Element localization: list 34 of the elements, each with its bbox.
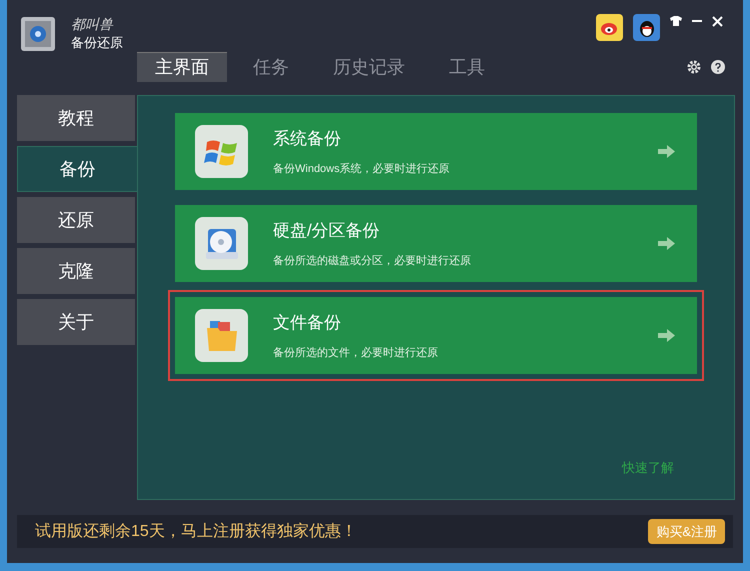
question-mark-icon <box>715 62 721 72</box>
option-description: 备份所选的文件，必要时进行还原 <box>273 346 439 361</box>
sidebar-item[interactable]: 教程 <box>17 95 135 141</box>
tab[interactable]: 主界面 <box>137 52 227 82</box>
brand-name: 都叫兽 <box>71 17 114 35</box>
sidebar-item[interactable]: 关于 <box>17 299 135 345</box>
tab[interactable]: 历史记录 <box>315 52 423 82</box>
arrow-icon <box>658 329 675 342</box>
option-description: 备份Windows系统，必要时进行还原 <box>273 162 451 177</box>
trial-message: 试用版还剩余15天，马上注册获得独家优惠！ <box>35 522 357 542</box>
close-icon[interactable] <box>712 16 723 27</box>
option-title: 系统备份 <box>273 128 342 150</box>
arrow-icon <box>658 237 675 250</box>
register-button[interactable]: 购买&注册 <box>648 519 725 544</box>
weibo-button[interactable] <box>596 14 623 41</box>
qq-button[interactable] <box>633 14 660 41</box>
app-title: 备份还原 <box>71 34 123 51</box>
help-button[interactable] <box>711 60 725 74</box>
backup-option-card[interactable]: 文件备份 备份所选的文件，必要时进行还原 <box>175 297 697 374</box>
sidebar-item[interactable]: 还原 <box>17 197 135 243</box>
tab[interactable]: 工具 <box>431 52 503 82</box>
shirt-icon[interactable] <box>670 16 682 26</box>
option-title: 文件备份 <box>273 312 342 334</box>
settings-icon[interactable] <box>687 60 701 74</box>
option-description: 备份所选的磁盘或分区，必要时进行还原 <box>273 254 472 269</box>
sidebar-item[interactable]: 克隆 <box>17 248 135 294</box>
option-title: 硬盘/分区备份 <box>273 220 381 242</box>
arrow-icon <box>658 145 675 158</box>
quick-guide-link[interactable]: 快速了解 <box>622 458 674 477</box>
sidebar-item[interactable]: 备份 <box>17 146 137 192</box>
minimize-icon[interactable] <box>692 20 702 23</box>
backup-option-card[interactable]: 硬盘/分区备份 备份所选的磁盘或分区，必要时进行还原 <box>175 205 697 282</box>
backup-option-card[interactable]: 系统备份 备份Windows系统，必要时进行还原 <box>175 113 697 190</box>
tab[interactable]: 任务 <box>235 52 307 82</box>
